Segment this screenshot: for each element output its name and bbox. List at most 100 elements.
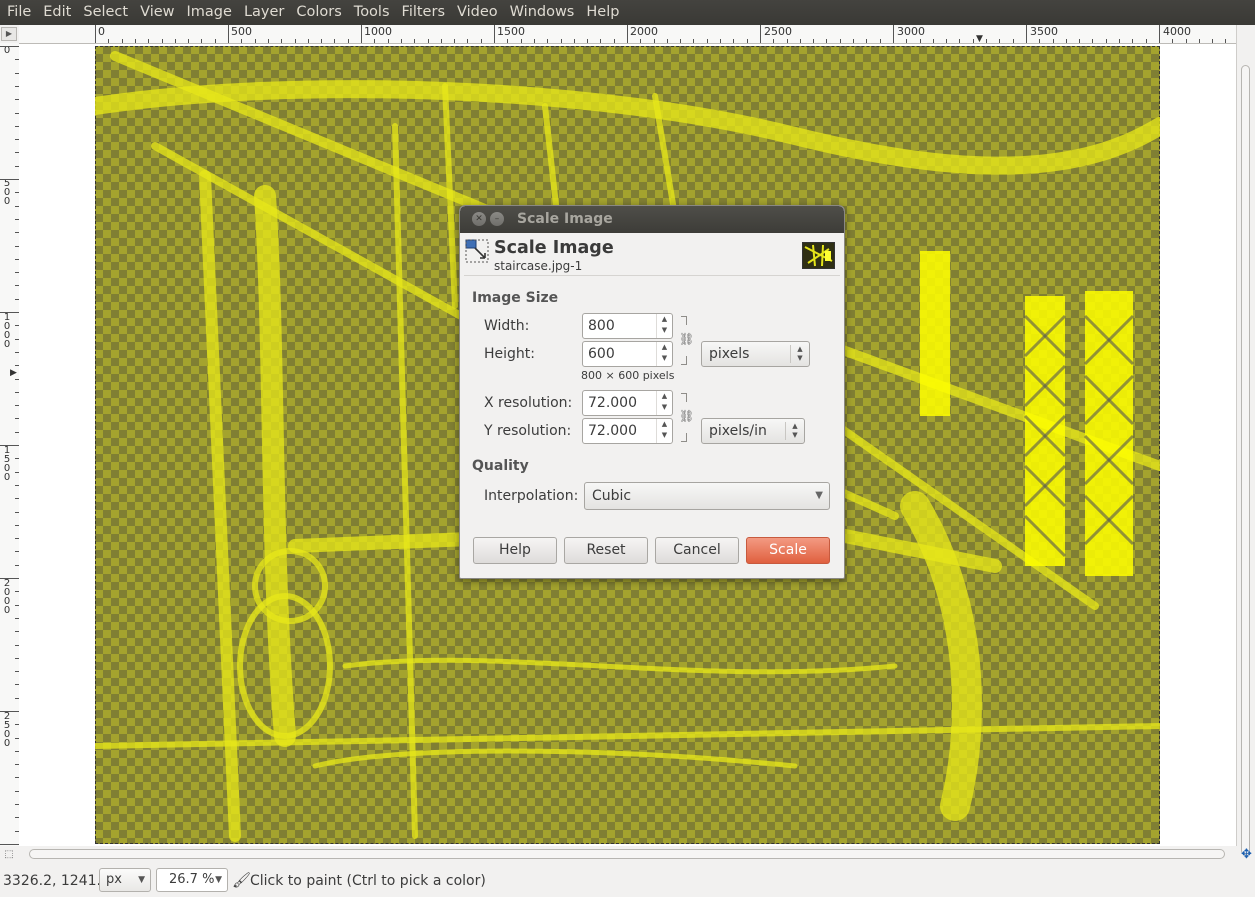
menu-view[interactable]: View	[135, 0, 181, 25]
ruler-tick	[162, 39, 163, 43]
hruler-label: 500	[231, 25, 252, 38]
ruler-tick	[866, 39, 867, 43]
horizontal-scrollbar[interactable]	[19, 846, 1236, 863]
width-input[interactable]	[583, 314, 655, 338]
ruler-tick	[1146, 39, 1147, 43]
ruler-tick	[640, 39, 641, 43]
ruler-tick	[840, 39, 841, 43]
menu-layer[interactable]: Layer	[239, 0, 291, 25]
ruler-tick	[1026, 25, 1027, 43]
ruler-tick	[388, 39, 389, 43]
ruler-tick	[999, 39, 1000, 43]
height-input[interactable]	[583, 342, 655, 366]
ruler-tick	[188, 39, 189, 43]
vertical-ruler[interactable]: 0 500 1000 1500 2000 2500 ▶	[0, 43, 20, 846]
ruler-tick	[920, 39, 921, 43]
ruler-tick	[693, 39, 694, 43]
image-menu-button[interactable]: ▶	[1, 27, 17, 41]
ruler-tick	[826, 39, 827, 43]
scale-button[interactable]: Scale	[746, 537, 830, 564]
ruler-tick	[215, 39, 216, 43]
ruler-tick	[1225, 39, 1226, 43]
ruler-tick	[0, 312, 19, 313]
minimize-icon[interactable]: –	[490, 212, 504, 226]
menu-filters[interactable]: Filters	[397, 0, 452, 25]
scale-image-dialog: ✕ – Scale Image Scale Image staircase.jp…	[459, 205, 845, 579]
hruler-label: 1500	[497, 25, 525, 38]
menu-image[interactable]: Image	[182, 0, 239, 25]
hruler-label: 1000	[364, 25, 392, 38]
ruler-tick	[773, 39, 774, 43]
hruler-label: 3500	[1030, 25, 1058, 38]
ruler-tick	[547, 39, 548, 43]
width-spinbutton[interactable]: ▲▼	[582, 313, 673, 339]
reset-button[interactable]: Reset	[564, 537, 648, 564]
ruler-tick	[122, 39, 123, 43]
ruler-tick	[507, 39, 508, 43]
horizontal-ruler[interactable]: 0 500 1000 1500 2000 2500 3000 3500 4000…	[19, 25, 1236, 44]
ruler-tick	[1172, 39, 1173, 43]
ruler-tick	[1039, 39, 1040, 43]
scale-image-icon	[465, 239, 489, 263]
ruler-tick	[441, 39, 442, 43]
quick-mask-icon[interactable]: ⬚	[2, 848, 16, 862]
hruler-label: 3000	[897, 25, 925, 38]
yres-stepper[interactable]: ▲ ▼	[656, 419, 672, 443]
menu-select[interactable]: Select	[78, 0, 135, 25]
separator	[464, 275, 840, 276]
ruler-tick	[534, 39, 535, 43]
ruler-tick	[720, 39, 721, 43]
ruler-tick	[175, 39, 176, 43]
pointer-marker-icon: ▶	[10, 368, 17, 378]
ruler-tick	[414, 39, 415, 43]
quality-section-title: Quality	[472, 458, 529, 474]
resolution-unit-select[interactable]: pixels/in ▲ ▼	[701, 418, 805, 444]
vertical-scrollbar[interactable]	[1236, 25, 1255, 855]
xres-stepper[interactable]: ▲ ▼	[656, 391, 672, 415]
zoom-select-value: 26.7 %	[169, 872, 215, 887]
yres-input[interactable]	[583, 419, 655, 443]
menu-help[interactable]: Help	[581, 0, 626, 25]
ruler-tick	[281, 39, 282, 43]
size-hint: 800 × 600 pixels	[581, 369, 675, 382]
chevron-updown-icon: ▲ ▼	[785, 422, 804, 440]
ruler-tick	[707, 39, 708, 43]
height-spinbutton[interactable]: ▲▼	[582, 341, 673, 367]
size-unit-select[interactable]: pixels ▲ ▼	[701, 341, 810, 367]
help-button[interactable]: Help	[473, 537, 557, 564]
zoom-select[interactable]: 26.7 % ▼	[156, 868, 228, 892]
menu-edit[interactable]: Edit	[38, 0, 78, 25]
statusbar: 3326.2, 1241.2 px ▼ 26.7 % ▼ 🖌 Click to …	[0, 863, 1255, 897]
ruler-tick	[561, 39, 562, 43]
interpolation-select[interactable]: Cubic ▼	[584, 482, 830, 510]
width-stepper[interactable]: ▲ ▼	[656, 314, 672, 338]
unit-select[interactable]: px ▼	[99, 868, 151, 892]
close-icon[interactable]: ✕	[472, 212, 486, 226]
menu-file[interactable]: File	[2, 0, 38, 25]
vruler-label: 1500	[3, 445, 11, 483]
cancel-button[interactable]: Cancel	[655, 537, 739, 564]
size-unit-value: pixels	[709, 346, 750, 362]
dialog-titlebar[interactable]: ✕ – Scale Image	[460, 206, 844, 233]
menubar: File Edit Select View Image Layer Colors…	[0, 0, 1255, 25]
xres-spinbutton[interactable]: ▲▼	[582, 390, 673, 416]
menu-colors[interactable]: Colors	[291, 0, 348, 25]
resolution-chain-link-icon[interactable]: ⛓	[678, 393, 694, 443]
navigate-icon[interactable]: ✥	[1238, 846, 1255, 863]
vertical-scroll-thumb[interactable]	[1241, 65, 1250, 855]
size-chain-link-icon[interactable]: ⛓	[678, 316, 694, 366]
menu-windows[interactable]: Windows	[505, 0, 582, 25]
ruler-tick	[1106, 39, 1107, 43]
hruler-label: 2500	[764, 25, 792, 38]
yres-spinbutton[interactable]: ▲▼	[582, 418, 673, 444]
menu-video[interactable]: Video	[452, 0, 505, 25]
ruler-tick	[201, 39, 202, 43]
ruler-tick	[800, 39, 801, 43]
height-stepper[interactable]: ▲ ▼	[656, 342, 672, 366]
ruler-tick	[321, 39, 322, 43]
menu-tools[interactable]: Tools	[349, 0, 397, 25]
ruler-tick	[0, 46, 19, 47]
horizontal-scroll-thumb[interactable]	[29, 849, 1225, 859]
xres-input[interactable]	[583, 391, 655, 415]
ruler-tick	[893, 25, 894, 43]
